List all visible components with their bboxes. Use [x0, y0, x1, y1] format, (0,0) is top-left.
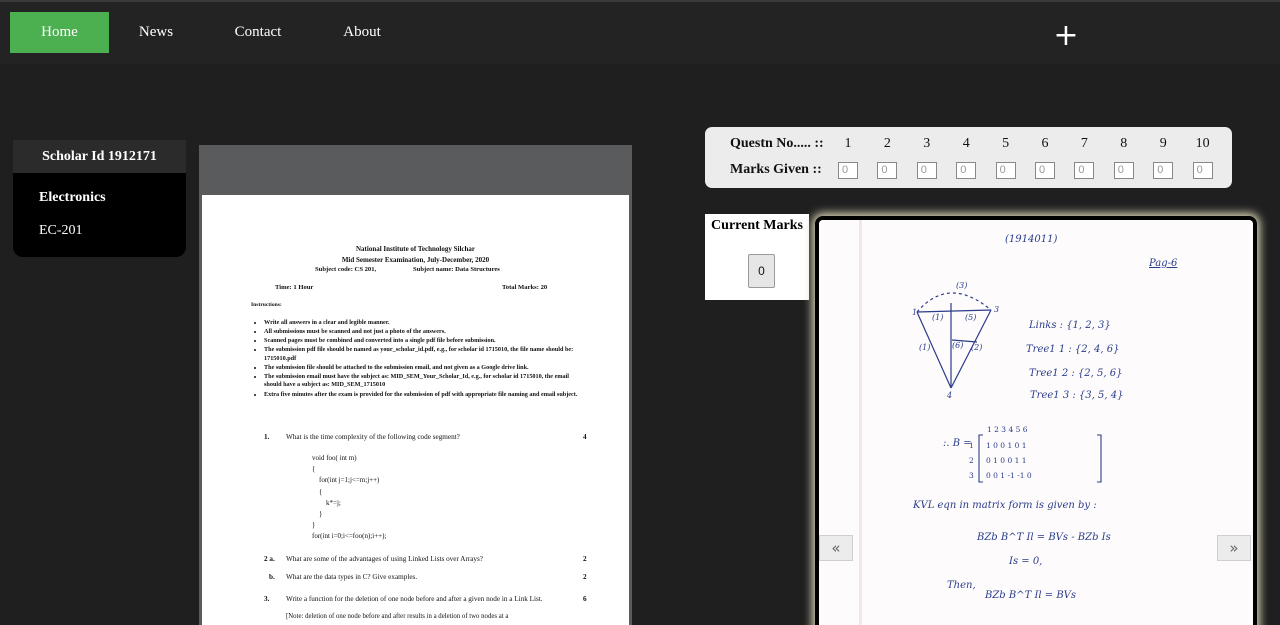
question-note: [Note: deletion of one node before and a… — [286, 613, 509, 620]
instruction-item: Scanned pages must be combined and conve… — [264, 337, 584, 346]
current-marks-title: Current Marks — [711, 218, 803, 233]
instruction-item: Extra five minutes after the exam is pro… — [264, 391, 584, 400]
question-text: What are the data types in C? Give examp… — [286, 573, 418, 581]
svg-text:3: 3 — [969, 471, 974, 480]
instructions-label: Instructions: — [251, 302, 282, 308]
exam-title: Mid Semester Examination, July-December,… — [341, 256, 490, 264]
marks-input-8[interactable]: 0 — [1113, 162, 1134, 179]
marks-input-5[interactable]: 0 — [995, 162, 1016, 179]
question-number-2: 2 — [883, 136, 891, 151]
svg-text:1 2 3 4 5 6: 1 2 3 4 5 6 — [987, 425, 1028, 434]
question-paper-viewer[interactable]: National Institute of Technology Silchar… — [199, 145, 632, 625]
question-marks: 4 — [583, 433, 587, 441]
answer-page-tag: Pag-6 — [1149, 258, 1178, 269]
nav-about[interactable]: About — [328, 12, 396, 53]
current-marks-button[interactable]: 0 — [748, 254, 775, 288]
question-number-3: 3 — [923, 136, 931, 151]
code-segment: void foo( int m) { for(int j=1;j<=m;j++)… — [312, 454, 387, 541]
current-marks-box: Current Marks 0 — [705, 214, 809, 300]
instruction-item: All submissions must be scanned and not … — [264, 328, 584, 337]
svg-text:(1): (1) — [932, 313, 943, 322]
question-number-10: 10 — [1195, 136, 1210, 151]
marks-input-6[interactable]: 0 — [1035, 162, 1055, 179]
marks-input-2[interactable]: 0 — [877, 162, 898, 179]
question-marks: 2 — [583, 555, 587, 563]
question-number-8: 8 — [1120, 136, 1128, 151]
instruction-item: The submission file should be attached t… — [264, 364, 584, 373]
question-number: 1. — [264, 433, 270, 441]
svg-text:3: 3 — [994, 305, 999, 314]
question-paper-page: National Institute of Technology Silchar… — [202, 195, 629, 625]
marks-input-10[interactable]: 0 — [1192, 162, 1213, 179]
question-text: Write a function for the deletion of one… — [286, 595, 543, 603]
question-text: What is the time complexity of the follo… — [286, 433, 460, 441]
double-chevron-right-icon[interactable]: » — [1217, 535, 1251, 561]
marks-input-7[interactable]: 0 — [1074, 162, 1095, 179]
question-number-6: 6 — [1041, 136, 1049, 151]
answer-tree1: Tree1 1 : {2, 4, 6} — [1026, 344, 1120, 355]
answer-scholar-tag: (1914011) — [1005, 234, 1058, 245]
answer-kvl-text: KVL eqn in matrix form is given by : — [913, 500, 1097, 511]
question-text: What are some of the advantages of using… — [286, 555, 483, 563]
answer-links: Links : {1, 2, 3} — [1029, 320, 1111, 331]
instruction-item: The submission email must have the subje… — [264, 373, 584, 390]
nav-contact[interactable]: Contact — [220, 12, 296, 53]
answer-then-label: Then, — [947, 580, 976, 591]
marks-input-1[interactable]: 0 — [838, 162, 858, 179]
question-number-4: 4 — [962, 136, 970, 151]
question-number-5: 5 — [1002, 136, 1010, 151]
department-name: Electronics — [39, 190, 106, 205]
question-number-label: Questn No..... :: — [730, 136, 824, 151]
svg-text:0 0 1 -1 -1 0: 0 0 1 -1 -1 0 — [986, 471, 1032, 480]
answer-equation-2: Is = 0, — [1009, 556, 1043, 567]
question-number-7: 7 — [1080, 136, 1088, 151]
svg-text:(1): (1) — [919, 343, 930, 352]
course-code: EC-201 — [39, 223, 83, 238]
subject-name: Subject name: Data Structures — [413, 266, 500, 273]
instructions-list: Write all answers in a clear and legible… — [264, 319, 584, 400]
marks-input-4[interactable]: 0 — [956, 162, 977, 179]
answer-b-matrix-label: :. B = — [943, 438, 972, 449]
svg-text:(2): (2) — [971, 343, 982, 352]
answer-equation-1: BZb B^T Il = BVs - BZb Is — [977, 532, 1111, 543]
answer-tree3: Tree1 3 : {3, 5, 4} — [1030, 390, 1124, 401]
svg-text:1 0 0 1 0 1: 1 0 0 1 0 1 — [986, 441, 1027, 450]
svg-text:(3): (3) — [956, 281, 967, 290]
nav-home[interactable]: Home — [10, 12, 109, 53]
svg-text:0 1 0 0 1 1: 0 1 0 0 1 1 — [986, 456, 1027, 465]
svg-text:1: 1 — [912, 308, 917, 317]
top-navbar: Home News Contact About + — [0, 0, 1280, 64]
scholar-card: Scholar Id 1912171 Electronics EC-201 — [13, 140, 186, 257]
question-number-9: 9 — [1159, 136, 1167, 151]
svg-text:(5): (5) — [965, 313, 976, 322]
question-number: b. — [269, 573, 275, 581]
marks-input-3[interactable]: 0 — [916, 162, 937, 179]
question-number-1: 1 — [844, 136, 852, 151]
svg-text:4: 4 — [946, 391, 952, 400]
answer-sheet-viewer[interactable]: 1 3 4 (3) (1) (5) (1) (6) (2) 1 2 3 4 5 … — [815, 216, 1257, 625]
question-number: 3. — [264, 595, 270, 603]
marks-panel: Questn No..... :: Marks Given :: 1 2 3 4 5 6 7… — [705, 127, 1232, 188]
answer-tree2: Tree1 2 : {2, 5, 6} — [1029, 368, 1123, 379]
instruction-item: The submission pdf file should be named … — [264, 346, 584, 363]
question-marks: 6 — [583, 595, 587, 603]
double-chevron-left-icon[interactable]: « — [819, 535, 853, 561]
marks-given-label: Marks Given :: — [730, 162, 822, 177]
question-marks: 2 — [583, 573, 587, 581]
svg-text:(6): (6) — [952, 341, 963, 350]
plus-icon[interactable]: + — [1052, 18, 1080, 54]
total-marks: Total Marks: 20 — [502, 284, 548, 291]
question-number: 2 a. — [264, 555, 275, 563]
subject-code: Subject code: CS 201, — [315, 266, 377, 273]
institute-name: National Institute of Technology Silchar — [355, 245, 475, 253]
instruction-item: Write all answers in a clear and legible… — [264, 319, 584, 328]
scholar-id: Scholar Id 1912171 — [13, 140, 186, 173]
exam-time: Time: 1 Hour — [275, 284, 314, 291]
marks-input-9[interactable]: 0 — [1153, 162, 1174, 179]
svg-text:2: 2 — [969, 456, 974, 465]
answer-equation-3: BZb B^T Il = BVs — [985, 590, 1077, 601]
nav-news[interactable]: News — [120, 12, 192, 53]
